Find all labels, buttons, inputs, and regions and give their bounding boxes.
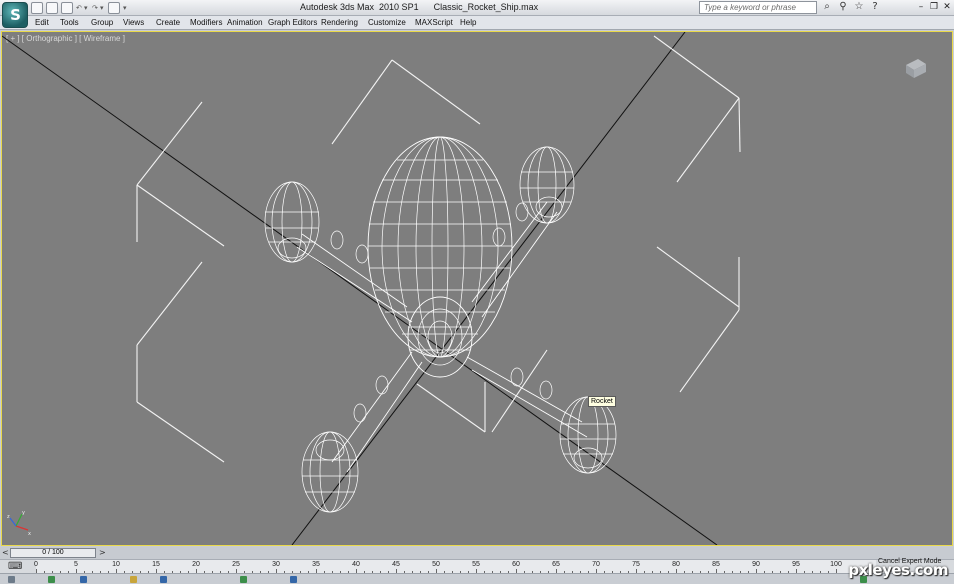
open-file-icon[interactable] xyxy=(46,2,58,14)
tick-label: 40 xyxy=(352,561,360,568)
tick-label: 20 xyxy=(192,561,200,568)
quick-access-toolbar: ↶ ▾ ↷ ▾ ▾ xyxy=(31,1,128,15)
save-icon[interactable] xyxy=(61,2,73,14)
time-slider-thumb[interactable]: 0 / 100 xyxy=(10,548,96,558)
tick-label: 25 xyxy=(232,561,240,568)
tick-label: 15 xyxy=(152,561,160,568)
status-icon[interactable] xyxy=(290,576,297,583)
menu-animation[interactable]: Animation xyxy=(227,18,263,27)
rocket-wireframe xyxy=(264,136,617,513)
tick-label: 100 xyxy=(830,561,842,568)
menu-customize[interactable]: Customize xyxy=(368,18,406,27)
star-icon[interactable]: ☆ xyxy=(854,1,864,13)
menu-modifiers[interactable]: Modifiers xyxy=(190,18,222,27)
tick-label: 65 xyxy=(552,561,560,568)
viewcube-icon[interactable] xyxy=(904,57,928,79)
project-dropdown-icon[interactable]: ▾ xyxy=(123,3,128,13)
status-icon[interactable] xyxy=(240,576,247,583)
menu-maxscript[interactable]: MAXScript xyxy=(415,18,453,27)
svg-text:z: z xyxy=(7,514,10,520)
track-bar[interactable]: ⌨ 0 5 10 15 20 25 30 35 40 45 50 55 60 6… xyxy=(0,559,954,574)
search-input[interactable]: Type a keyword or phrase xyxy=(699,1,817,14)
menu-create[interactable]: Create xyxy=(156,18,180,27)
grid-axis-line xyxy=(291,32,686,545)
tick-label: 35 xyxy=(312,561,320,568)
title-bar: ↶ ▾ ↷ ▾ ▾ Autodesk 3ds Max 2010 SP1 Clas… xyxy=(0,0,954,16)
help-icon[interactable]: ? xyxy=(870,1,880,13)
selection-bracket-lines xyxy=(136,35,741,463)
tick-label: 30 xyxy=(272,561,280,568)
wireframe-scene xyxy=(2,32,741,545)
tick-label: 80 xyxy=(672,561,680,568)
slider-next-icon[interactable]: > xyxy=(99,547,106,559)
window-controls: – ❐ ✕ xyxy=(916,1,952,13)
status-icon[interactable] xyxy=(80,576,87,583)
set-key-icon[interactable]: ⌨ xyxy=(8,561,22,573)
status-icon[interactable] xyxy=(48,576,55,583)
menu-bar: Edit Tools Group Views Create Modifiers … xyxy=(0,16,954,30)
tick-label: 85 xyxy=(712,561,720,568)
tick-label: 60 xyxy=(512,561,520,568)
status-bar xyxy=(0,573,954,584)
tick-label: 90 xyxy=(752,561,760,568)
window-title: Autodesk 3ds Max 2010 SP1 Classic_Rocket… xyxy=(300,2,539,12)
watermark: pxleyes.com xyxy=(848,561,948,579)
object-tooltip: Rocket xyxy=(588,396,616,407)
menu-views[interactable]: Views xyxy=(123,18,144,27)
menu-edit[interactable]: Edit xyxy=(35,18,49,27)
close-icon[interactable]: ✕ xyxy=(942,1,952,13)
new-file-icon[interactable] xyxy=(31,2,43,14)
menu-help[interactable]: Help xyxy=(460,18,476,27)
rocket-body xyxy=(367,136,513,378)
tick-label: 55 xyxy=(472,561,480,568)
svg-text:x: x xyxy=(28,531,31,536)
tick-label: 45 xyxy=(392,561,400,568)
tick-label: 70 xyxy=(592,561,600,568)
menu-graph-editors[interactable]: Graph Editors xyxy=(268,18,317,27)
tick-label: 75 xyxy=(632,561,640,568)
svg-text:y: y xyxy=(22,510,25,516)
axis-tripod-icon: x y z xyxy=(7,510,31,536)
menu-tools[interactable]: Tools xyxy=(60,18,79,27)
menu-group[interactable]: Group xyxy=(91,18,113,27)
time-slider[interactable]: < 0 / 100 > xyxy=(0,547,954,559)
engine-pod-top-left xyxy=(264,181,320,263)
tick-label: 5 xyxy=(74,561,78,568)
perspective-viewport[interactable]: [ + ] [ Orthographic ] [ Wireframe ] Roc… xyxy=(1,31,953,546)
minimize-icon[interactable]: – xyxy=(916,1,926,13)
tick-label: 95 xyxy=(792,561,800,568)
grid-axis-line xyxy=(2,35,718,545)
infocenter-icons: ⌕ ⚲ ☆ ? xyxy=(822,1,880,13)
restore-icon[interactable]: ❐ xyxy=(929,1,939,13)
slider-prev-icon[interactable]: < xyxy=(2,547,9,559)
status-icon[interactable] xyxy=(130,576,137,583)
app-logo-icon[interactable]: S xyxy=(2,2,28,28)
redo-dropdown-icon[interactable]: ▾ xyxy=(100,3,105,13)
tick-label: 50 xyxy=(432,561,440,568)
undo-dropdown-icon[interactable]: ▾ xyxy=(84,3,89,13)
undo-icon[interactable]: ↶ xyxy=(76,3,82,13)
search-icon[interactable]: ⚲ xyxy=(838,1,848,13)
engine-pod-bottom-left xyxy=(301,431,359,513)
tick-label: 0 xyxy=(34,561,38,568)
engine-pod-bottom-right xyxy=(559,396,617,474)
binoculars-icon[interactable]: ⌕ xyxy=(822,1,832,13)
tick-label: 10 xyxy=(112,561,120,568)
status-icon[interactable] xyxy=(8,576,15,583)
project-icon[interactable] xyxy=(108,2,120,14)
menu-rendering[interactable]: Rendering xyxy=(321,18,358,27)
status-icon[interactable] xyxy=(160,576,167,583)
redo-icon[interactable]: ↷ xyxy=(92,3,98,13)
frame-ruler[interactable]: 0 5 10 15 20 25 30 35 40 45 50 55 60 65 … xyxy=(34,560,876,574)
